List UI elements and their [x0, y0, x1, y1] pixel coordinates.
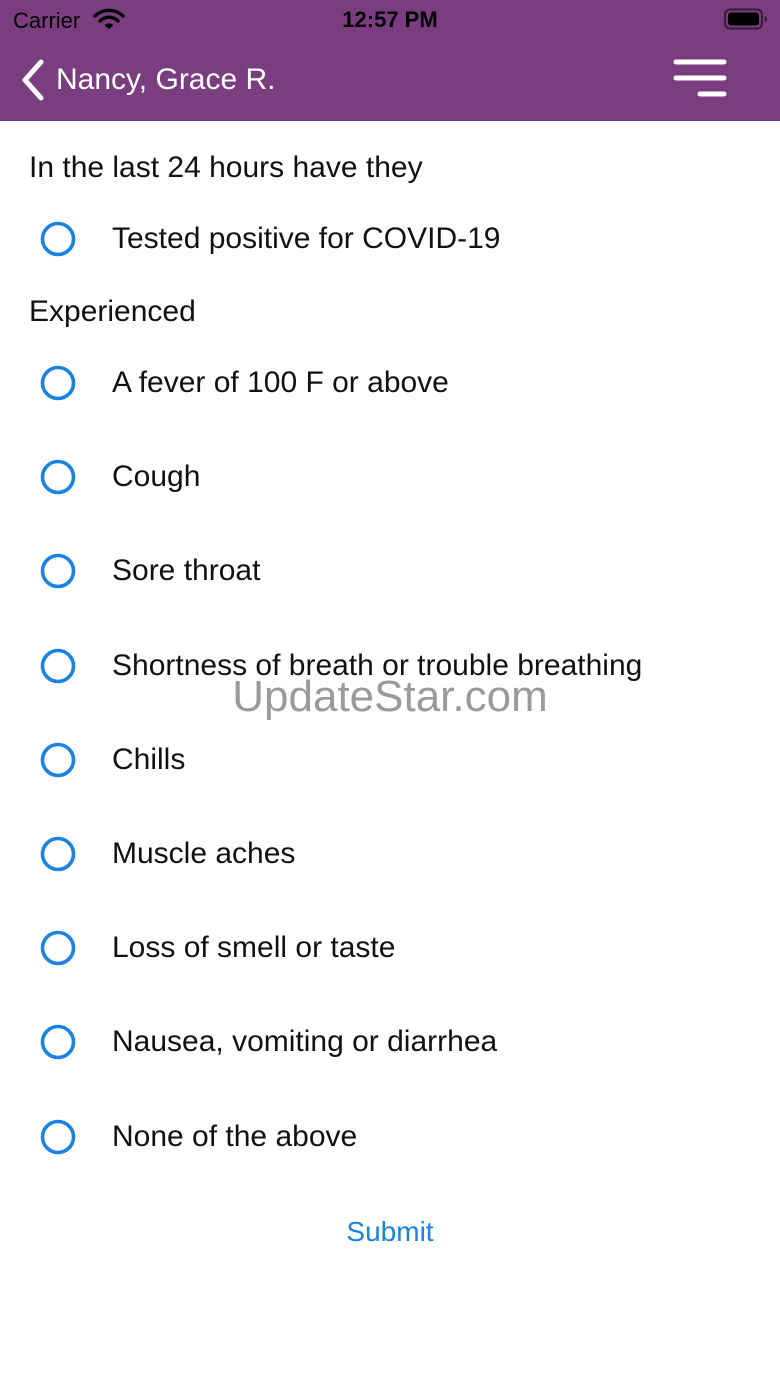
option-row[interactable]: A fever of 100 F or above	[28, 353, 748, 413]
patient-name-title: Nancy, Grace R.	[56, 63, 276, 96]
option-label: Sore throat	[112, 554, 261, 588]
option-row[interactable]: Loss of smell or taste	[28, 918, 748, 978]
radio-button[interactable]	[28, 353, 88, 413]
option-label: Nausea, vomiting or diarrhea	[112, 1025, 498, 1059]
back-button[interactable]: Nancy, Grace R.	[20, 56, 276, 104]
radio-button[interactable]	[28, 1107, 88, 1167]
option-label: Muscle aches	[112, 837, 296, 870]
option-label: Loss of smell or taste	[112, 931, 396, 965]
menu-icon	[673, 59, 727, 97]
option-row[interactable]: None of the above	[28, 1107, 748, 1167]
radio-button[interactable]	[28, 447, 88, 507]
radio-button[interactable]	[28, 209, 88, 269]
status-time: 12:57 PM	[342, 7, 438, 32]
option-label: A fever of 100 F or above	[112, 366, 449, 399]
battery-icon	[724, 8, 768, 30]
option-label: Tested positive for COVID-19	[112, 222, 501, 255]
radio-button[interactable]	[28, 541, 88, 601]
menu-button[interactable]	[670, 56, 730, 102]
option-row[interactable]: Chills	[28, 730, 748, 790]
section-title-last-24-hours: In the last 24 hours have they	[29, 151, 423, 184]
chevron-left-icon	[22, 59, 44, 101]
option-row[interactable]: Shortness of breath or trouble breathing	[28, 636, 748, 696]
option-label: Chills	[112, 742, 186, 776]
option-label: Cough	[112, 460, 201, 494]
submit-button[interactable]: Submit	[290, 1208, 490, 1256]
option-row[interactable]: Cough	[28, 447, 748, 507]
radio-button[interactable]	[28, 918, 88, 978]
option-row[interactable]: Nausea, vomiting or diarrhea	[28, 1012, 748, 1072]
header: Carrier 12:57 PM Nancy, Grace R.	[0, 0, 780, 121]
option-row[interactable]: Tested positive for COVID-19	[28, 209, 748, 269]
option-row[interactable]: Muscle aches	[28, 824, 748, 884]
screen: Carrier 12:57 PM Nancy, Grace R. In the …	[0, 0, 780, 1387]
nav-bar: Nancy, Grace R.	[0, 40, 780, 121]
radio-button[interactable]	[28, 636, 88, 696]
radio-button[interactable]	[28, 824, 88, 884]
option-label: Shortness of breath or trouble breathing	[112, 648, 643, 682]
status-bar: Carrier 12:57 PM	[0, 0, 780, 40]
section-title-experienced: Experienced	[29, 295, 196, 328]
option-row[interactable]: Sore throat	[28, 541, 748, 601]
option-label: None of the above	[112, 1119, 358, 1153]
radio-button[interactable]	[28, 730, 88, 790]
radio-button[interactable]	[28, 1012, 88, 1072]
